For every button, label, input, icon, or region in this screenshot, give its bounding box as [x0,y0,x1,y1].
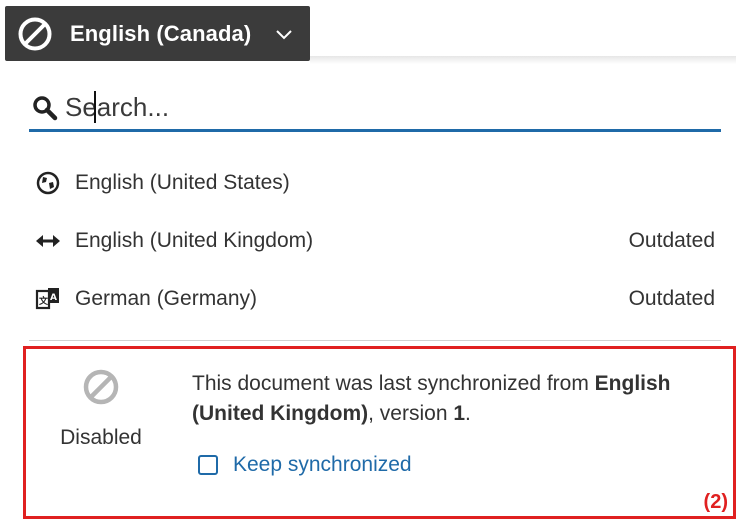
disabled-circle-icon [17,16,53,52]
language-search [29,86,721,132]
sync-state-label: Disabled [60,426,142,449]
divider [29,340,721,341]
language-item-label: English (United States) [75,171,290,194]
current-language-label: English (Canada) [70,20,252,46]
language-item-en-us[interactable]: English (United States) [29,154,721,212]
svg-text:A: A [50,293,57,303]
language-panel-page: English (Canada) English (United [0,0,736,522]
search-input[interactable] [65,87,685,128]
search-icon [31,94,59,122]
sync-info-box: Disabled This document was last synchron… [23,346,736,519]
language-selector-button[interactable]: English (Canada) [5,6,310,61]
translate-icon: 文 A [35,286,61,312]
language-item-status: Outdated [628,229,715,252]
text-cursor [94,91,96,123]
language-item-label: English (United Kingdom) [75,229,314,252]
keep-synchronized-checkbox[interactable]: Keep synchronized [198,453,412,477]
sync-version: 1 [453,402,466,425]
bidirectional-arrow-icon [35,228,61,254]
language-item-de-de[interactable]: 文 A German (Germany) Outdated [29,270,721,328]
language-item-label: German (Germany) [75,287,258,310]
sync-message: This document was last synchronized from… [192,369,722,429]
svg-text:文: 文 [38,295,49,307]
chevron-down-icon [273,23,295,45]
sync-message-middle: , version [368,402,454,425]
language-item-en-gb[interactable]: English (United Kingdom) Outdated [29,212,721,270]
language-list: English (United States) English (United … [29,154,721,328]
keep-synchronized-label[interactable]: Keep synchronized [233,453,412,477]
sync-message-suffix: . [465,402,471,425]
callout-number: (2) [703,491,728,513]
dropdown-shadow [310,56,736,64]
globe-icon [35,170,61,196]
sync-message-prefix: This document was last synchronized from [192,372,595,395]
disabled-circle-icon [81,367,121,407]
language-item-status: Outdated [628,287,715,310]
sync-state: Disabled [51,367,151,450]
checkbox-box[interactable] [198,455,218,475]
